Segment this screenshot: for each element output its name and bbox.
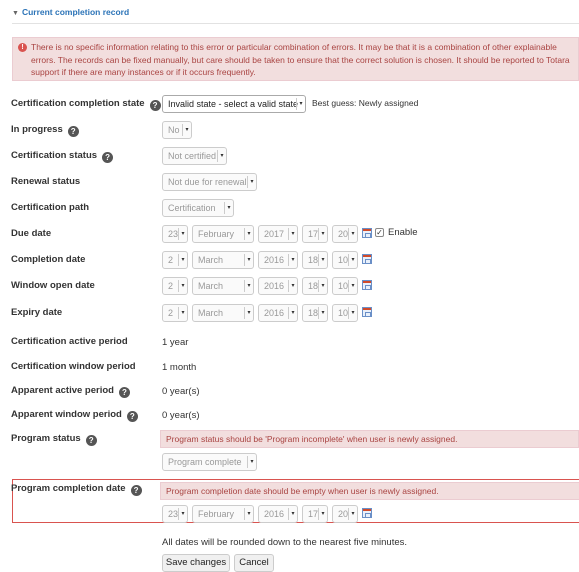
caret-down-icon: ▼ <box>12 10 19 17</box>
cert-path-select[interactable]: Certification ▾ <box>162 199 234 217</box>
alert-text: There is no specific information relatin… <box>31 42 570 77</box>
in-progress-label: In progress <box>11 124 63 135</box>
program-completion-minute-select[interactable]: 20 ▾ <box>332 505 358 523</box>
completion-date-label: Completion date <box>11 254 86 265</box>
best-guess-hint: Best guess: Newly assigned <box>312 98 419 108</box>
window-day-select[interactable]: 2 ▾ <box>162 277 188 295</box>
completion-year-select[interactable]: 2016 ▾ <box>258 251 298 269</box>
chevron-down-icon: ▾ <box>247 176 256 188</box>
alert-icon: ! <box>18 43 27 52</box>
chevron-down-icon: ▾ <box>217 150 226 162</box>
due-month-select[interactable]: February ▾ <box>192 225 254 243</box>
row-window-period: Certification window period 1 month <box>0 358 579 378</box>
row-expiry-date: Expiry date 2 ▾ March ▾ 2016 ▾ 18 ▾ 10 ▾ <box>0 304 579 324</box>
window-hour-select[interactable]: 18 ▾ <box>302 277 328 295</box>
calendar-icon[interactable] <box>362 508 372 518</box>
row-completion-date: Completion date 2 ▾ March ▾ 2016 ▾ 18 ▾ 10 ▾ <box>0 251 579 271</box>
active-period-value: 1 year <box>162 337 189 348</box>
help-icon[interactable]: ? <box>149 100 161 111</box>
apparent-active-value: 0 year(s) <box>162 386 200 397</box>
due-day-select[interactable]: 23 ▾ <box>162 225 188 243</box>
completion-minute-select[interactable]: 10 ▾ <box>332 251 358 269</box>
row-in-progress: In progress? No ▾ <box>0 121 579 141</box>
program-completion-day-select[interactable]: 23 ▾ <box>162 505 188 523</box>
calendar-icon[interactable] <box>362 307 372 317</box>
completion-day-select[interactable]: 2 ▾ <box>162 251 188 269</box>
expiry-date-label: Expiry date <box>11 307 63 318</box>
window-open-date-label: Window open date <box>11 280 95 291</box>
help-icon[interactable]: ? <box>130 485 142 496</box>
chevron-down-icon: ▾ <box>247 456 256 468</box>
cancel-button[interactable]: Cancel <box>234 554 274 572</box>
help-icon[interactable]: ? <box>85 435 97 446</box>
window-period-value: 1 month <box>162 362 197 373</box>
section-title: Current completion record <box>21 7 130 17</box>
active-period-label: Certification active period <box>11 336 128 347</box>
row-program-status: Program status? Program status should be… <box>0 430 579 474</box>
apparent-window-label: Apparent window period <box>11 409 122 420</box>
row-cert-status: Certification status? Not certified ▾ <box>0 147 579 167</box>
chevron-down-icon: ▾ <box>224 202 233 214</box>
enable-label: Enable <box>388 227 418 238</box>
calendar-icon[interactable] <box>362 228 372 238</box>
window-month-select[interactable]: March ▾ <box>192 277 254 295</box>
help-icon[interactable]: ? <box>126 411 138 422</box>
apparent-window-value: 0 year(s) <box>162 410 200 421</box>
row-apparent-active: Apparent active period? 0 year(s) <box>0 382 579 402</box>
error-alert: ! There is no specific information relat… <box>12 37 579 81</box>
expiry-month-select[interactable]: March ▾ <box>192 304 254 322</box>
completion-hour-select[interactable]: 18 ▾ <box>302 251 328 269</box>
completion-state-label: Certification completion state <box>11 98 145 109</box>
help-icon[interactable]: ? <box>118 387 130 398</box>
expiry-year-select[interactable]: 2016 ▾ <box>258 304 298 322</box>
expiry-minute-select[interactable]: 10 ▾ <box>332 304 358 322</box>
due-minute-select[interactable]: 20 ▾ <box>332 225 358 243</box>
window-minute-select[interactable]: 10 ▾ <box>332 277 358 295</box>
completion-state-select[interactable]: Invalid state - select a valid state ▾ <box>162 95 306 113</box>
save-button[interactable]: Save changes <box>162 554 230 572</box>
renewal-status-select[interactable]: Not due for renewal ▾ <box>162 173 257 191</box>
chevron-down-icon: ▾ <box>182 124 191 136</box>
completion-month-select[interactable]: March ▾ <box>192 251 254 269</box>
program-completion-month-select[interactable]: February ▾ <box>192 505 254 523</box>
section-header[interactable]: ▼ Current completion record <box>12 7 579 24</box>
row-due-date: Due date 23 ▾ February ▾ 2017 ▾ 17 ▾ 20 ▾ ✓ E… <box>0 225 579 245</box>
program-completion-date-label: Program completion date <box>11 483 126 494</box>
row-apparent-window: Apparent window period? 0 year(s) <box>0 406 579 426</box>
row-cert-path: Certification path Certification ▾ <box>0 199 579 219</box>
due-year-select[interactable]: 2017 ▾ <box>258 225 298 243</box>
help-icon[interactable]: ? <box>102 152 114 163</box>
program-status-select[interactable]: Program complete ▾ <box>162 453 257 471</box>
help-icon[interactable]: ? <box>67 126 79 137</box>
row-completion-state: Certification completion state? Invalid … <box>0 95 579 115</box>
program-completion-hour-select[interactable]: 17 ▾ <box>302 505 328 523</box>
cert-path-label: Certification path <box>11 202 90 213</box>
row-renewal-status: Renewal status Not due for renewal ▾ <box>0 173 579 193</box>
program-status-error: Program status should be 'Program incomp… <box>160 430 579 448</box>
due-hour-select[interactable]: 17 ▾ <box>302 225 328 243</box>
calendar-icon[interactable] <box>362 280 372 290</box>
enable-checkbox[interactable]: ✓ <box>375 228 384 237</box>
rounding-note: All dates will be rounded down to the ne… <box>162 537 408 548</box>
cert-status-select[interactable]: Not certified ▾ <box>162 147 227 165</box>
chevron-down-icon: ▾ <box>296 98 305 110</box>
expiry-day-select[interactable]: 2 ▾ <box>162 304 188 322</box>
in-progress-select[interactable]: No ▾ <box>162 121 192 139</box>
program-status-label: Program status <box>11 433 81 444</box>
renewal-status-label: Renewal status <box>11 176 81 187</box>
cert-status-label: Certification status <box>11 150 98 161</box>
calendar-icon[interactable] <box>362 254 372 264</box>
program-completion-year-select[interactable]: 2016 ▾ <box>258 505 298 523</box>
row-program-completion-date: Program completion date? Program complet… <box>0 482 579 523</box>
expiry-hour-select[interactable]: 18 ▾ <box>302 304 328 322</box>
row-active-period: Certification active period 1 year <box>0 333 579 353</box>
program-completion-error: Program completion date should be empty … <box>160 482 579 500</box>
apparent-active-label: Apparent active period <box>11 385 114 396</box>
window-year-select[interactable]: 2016 ▾ <box>258 277 298 295</box>
row-window-open-date: Window open date 2 ▾ March ▾ 2016 ▾ 18 ▾ 10 ▾ <box>0 277 579 297</box>
due-date-label: Due date <box>11 228 52 239</box>
window-period-label: Certification window period <box>11 361 136 372</box>
